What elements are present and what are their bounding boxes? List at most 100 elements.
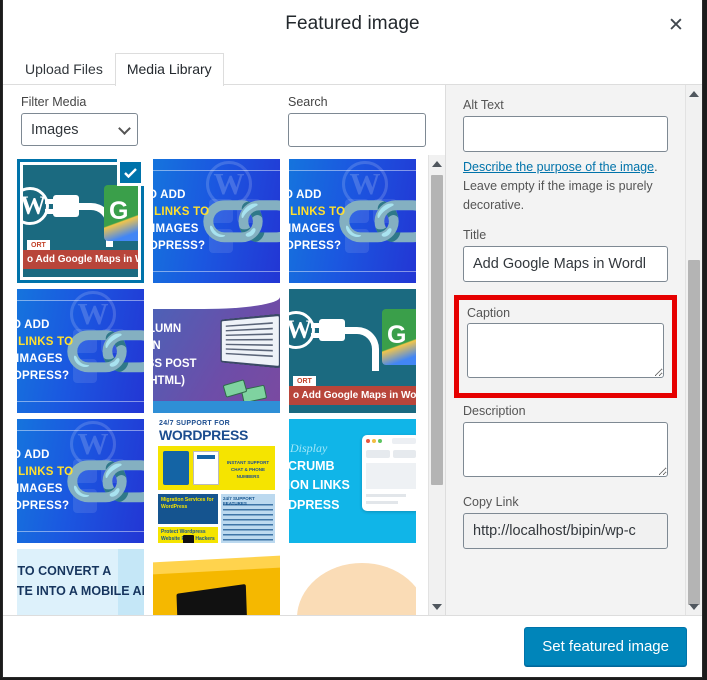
media-item[interactable]: OLUMN T IN ESS POST T HTML)	[153, 289, 280, 413]
thumb-line-3: ESS POST	[153, 357, 197, 370]
infographic-small-heading: 24/7 SUPPORT FOR	[159, 420, 230, 427]
browser-mockup-icon	[362, 435, 416, 511]
media-item-banner: o Add Google Maps in WordP	[289, 386, 416, 405]
wordpress-logo-icon: W	[23, 187, 49, 225]
scroll-down-icon[interactable]	[429, 598, 445, 615]
thumb-line-2: TION LINKS	[289, 478, 350, 493]
copy-link-group: Copy Link	[463, 495, 668, 549]
media-grid-scrollbar[interactable]	[428, 155, 445, 615]
plug-prong-icon	[45, 209, 55, 214]
filter-media-select-wrap: Images	[21, 113, 138, 146]
thumb-line-2: M LINKS TO	[153, 206, 210, 219]
thumb-script-line: o Display	[289, 441, 328, 455]
description-label: Description	[463, 404, 526, 418]
media-item-caption-text: TO ADD M LINKS TO Y IMAGES RDPRESS?	[289, 187, 345, 255]
thumb-line-3: Y IMAGES	[17, 483, 63, 496]
media-item[interactable]: W 🔗 TO ADD M LINKS TO Y IMAGES RDPRESS?	[17, 289, 144, 413]
checkmark-icon[interactable]	[117, 159, 144, 186]
media-item[interactable]: W 🔗 TO ADD M LINKS TO Y IMAGES RDPRESS?	[289, 159, 416, 283]
scroll-down-icon[interactable]	[686, 598, 702, 615]
caption-group-highlighted: Caption	[454, 295, 677, 398]
media-item-selected[interactable]: W G ORT o Add Google Maps in WordP	[17, 159, 144, 283]
media-item-thumbnail: OLUMN T IN ESS POST T HTML)	[153, 289, 280, 413]
thumb-line-2: M LINKS TO	[17, 336, 74, 349]
scroll-up-icon[interactable]	[429, 155, 445, 172]
thumb-line-1: TO ADD	[17, 319, 50, 331]
thumb-line-4: RDPRESS?	[17, 370, 70, 383]
media-item[interactable]	[289, 549, 416, 615]
media-item-thumbnail: W 🔗 TO ADD M LINKS TO Y IMAGES RDPRESS?	[289, 159, 416, 283]
page-title: Featured image	[285, 13, 420, 34]
attachment-details-sidebar: Alt Text Describe the purpose of the ima…	[446, 85, 702, 615]
alt-text-group: Alt Text Describe the purpose of the ima…	[463, 98, 668, 215]
plug-prong-icon	[45, 199, 55, 204]
media-item-thumbnail: 24/7 SUPPORT FOR WORDPRESS INSTANT SUPPO…	[153, 419, 280, 543]
document-icon	[193, 451, 219, 485]
plug-icon	[319, 319, 345, 341]
scrollbar-thumb[interactable]	[431, 175, 443, 485]
thumb-line-3: RDPRESS	[289, 497, 340, 512]
media-item-thumbnail: W 🔗 TO ADD M LINKS TO Y IMAGES RDPRESS?	[153, 159, 280, 283]
google-g-letter: G	[109, 197, 129, 225]
infographic-big-heading: WORDPRESS	[159, 427, 249, 443]
caption-label: Caption	[467, 306, 511, 320]
close-icon[interactable]: ✕	[661, 10, 691, 40]
infographic-right-column: 24/7 SUPPORT FEATURES	[221, 494, 275, 543]
copy-link-input[interactable]	[463, 513, 668, 549]
modal-tabs: Upload Files Media Library	[3, 49, 702, 86]
caption-textarea[interactable]	[467, 323, 664, 378]
plug-icon	[53, 195, 79, 217]
description-textarea[interactable]	[463, 422, 668, 477]
tab-upload-files[interactable]: Upload Files	[13, 53, 115, 86]
media-item[interactable]	[153, 549, 280, 615]
media-item-thumbnail	[153, 549, 280, 615]
media-browser: Filter Media Images Search G ORT o Add G…	[3, 85, 446, 615]
thumb-line-2: M LINKS TO	[17, 466, 74, 479]
media-item-caption-text: DCRUMB TION LINKS RDPRESS	[289, 457, 350, 515]
infographic-yellow-text: INSTANT SUPPORT CHAT & PHONE NUMBERS	[226, 460, 270, 479]
title-label: Title	[463, 228, 487, 242]
sidebar-scrollbar[interactable]	[685, 85, 702, 615]
media-item-thumbnail: N TO CONVERT A SITE INTO A MOBILE APP	[17, 549, 144, 615]
describe-purpose-link[interactable]: Describe the purpose of the image	[463, 160, 654, 174]
copy-link-label: Copy Link	[463, 495, 519, 509]
wordpress-logo-icon: W	[289, 311, 315, 349]
media-item[interactable]: W G ORT o Add Google Maps in WordP	[289, 289, 416, 413]
thumb-line-4: RDPRESS?	[153, 240, 206, 253]
thumb-line-1: TO ADD	[153, 189, 186, 201]
media-grid: W G ORT o Add Google Maps in WordP	[17, 155, 445, 615]
media-item[interactable]: W 🔗 TO ADD M LINKS TO Y IMAGES RDPRESS?	[17, 419, 144, 543]
media-item-caption-text: TO ADD M LINKS TO Y IMAGES RDPRESS?	[17, 317, 73, 385]
media-item[interactable]: N TO CONVERT A SITE INTO A MOBILE APP	[17, 549, 144, 615]
media-item[interactable]: 24/7 SUPPORT FOR WORDPRESS INSTANT SUPPO…	[153, 419, 280, 543]
filter-media-label: Filter Media	[21, 95, 87, 109]
alt-text-input[interactable]	[463, 116, 668, 152]
modal-header: Featured image ✕	[3, 0, 702, 49]
search-group: Search	[288, 95, 426, 155]
search-input[interactable]	[288, 113, 426, 147]
tab-media-library[interactable]: Media Library	[114, 53, 224, 86]
scroll-up-icon[interactable]	[686, 85, 702, 102]
title-input[interactable]	[463, 246, 668, 282]
thumb-line-1: N TO CONVERT A	[17, 564, 112, 578]
media-item-caption-text: TO ADD M LINKS TO Y IMAGES RDPRESS?	[153, 187, 209, 255]
set-featured-image-button[interactable]: Set featured image	[524, 627, 687, 666]
phone-book-icon	[163, 451, 189, 485]
thumb-line-2: SITE INTO A MOBILE APP	[17, 584, 144, 598]
thumb-line-4: T HTML)	[153, 374, 185, 387]
media-item-thumbnail: W 🔗 TO ADD M LINKS TO Y IMAGES RDPRESS?	[17, 289, 144, 413]
media-toolbar: Filter Media Images Search	[3, 85, 445, 155]
thumb-line-2: T IN	[153, 340, 161, 353]
helper-rest: Leave empty if the image is purely decor…	[463, 179, 653, 212]
filter-media-group: Filter Media Images	[21, 95, 138, 155]
modal-footer: Set featured image	[3, 615, 702, 677]
modal-body: Filter Media Images Search G ORT o Add G…	[3, 85, 702, 615]
thumb-line-4: RDPRESS?	[289, 240, 342, 253]
media-item[interactable]: o Display DCRUMB TION LINKS RDPRESS	[289, 419, 416, 543]
thumb-line-3: Y IMAGES	[153, 223, 199, 236]
media-item[interactable]: W 🔗 TO ADD M LINKS TO Y IMAGES RDPRESS?	[153, 159, 280, 283]
scrollbar-thumb[interactable]	[688, 260, 700, 605]
attachment-details-fields: Alt Text Describe the purpose of the ima…	[446, 85, 685, 615]
google-maps-icon: G	[382, 309, 416, 365]
filter-media-select[interactable]: Images	[21, 113, 138, 146]
